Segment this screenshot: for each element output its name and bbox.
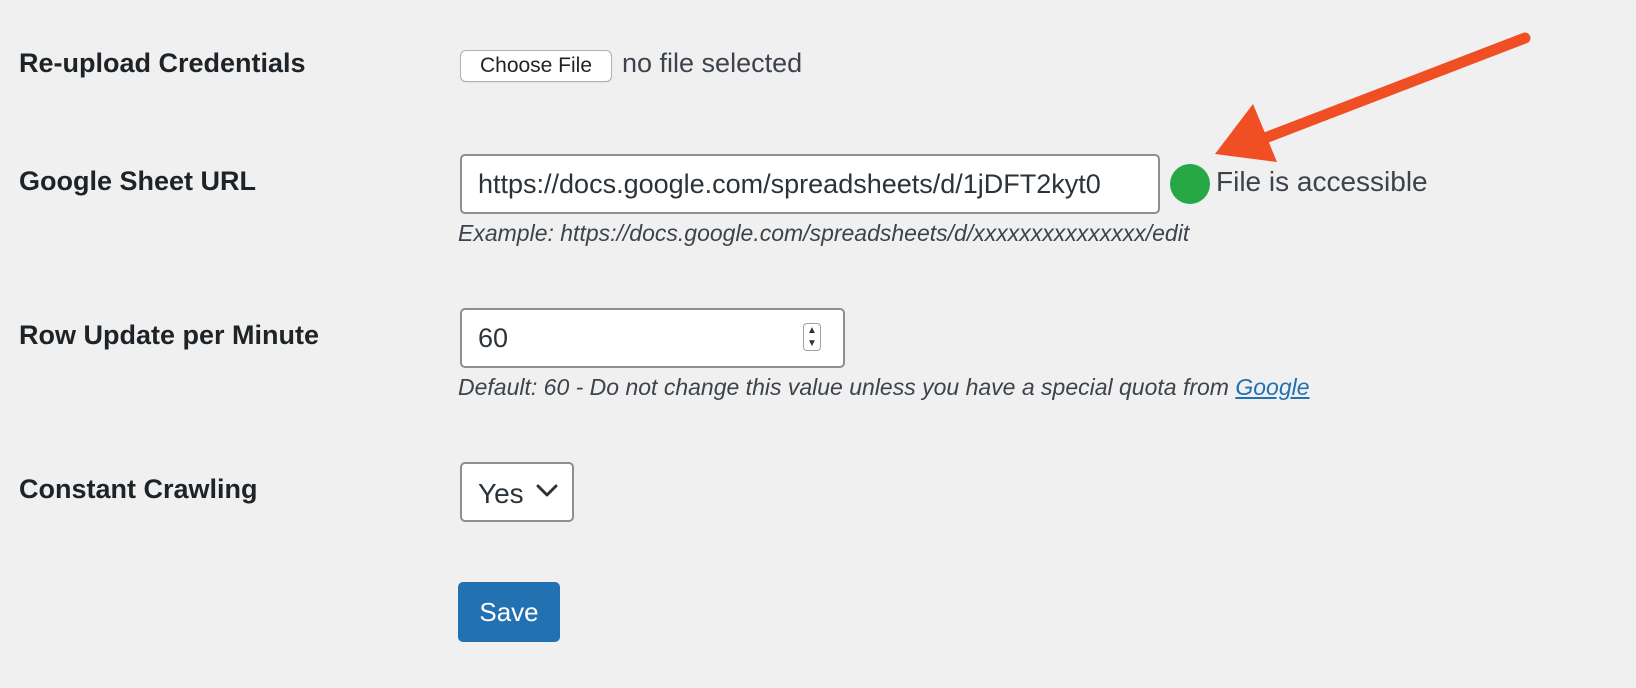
annotation-arrow-icon [1215, 32, 1531, 162]
save-button[interactable]: Save [458, 582, 560, 642]
status-text: File is accessible [1216, 166, 1428, 197]
row-update-field: ▲ ▼ [460, 308, 845, 368]
row-update-input[interactable] [462, 310, 814, 366]
row-update-hint: Default: 60 - Do not change this value u… [458, 374, 1310, 401]
sheet-url-input[interactable] [460, 154, 1160, 214]
file-status-text: no file selected [622, 48, 803, 78]
google-link[interactable]: Google [1235, 374, 1309, 400]
sheet-url-hint: Example: https://docs.google.com/spreads… [458, 220, 1190, 246]
chevron-down-icon [536, 484, 558, 497]
row-update-label: Row Update per Minute [19, 320, 320, 350]
settings-page: Re-upload Credentials Choose File no fil… [0, 0, 1636, 688]
stepper-down-icon[interactable]: ▼ [804, 337, 820, 350]
credentials-label: Re-upload Credentials [19, 48, 306, 78]
stepper-icon[interactable]: ▲ ▼ [803, 323, 821, 351]
stepper-up-icon[interactable]: ▲ [804, 324, 820, 337]
crawling-label: Constant Crawling [19, 474, 258, 504]
status-dot-icon [1170, 164, 1210, 204]
choose-file-button[interactable]: Choose File [460, 50, 612, 82]
crawling-select-value: Yes [478, 478, 524, 509]
row-update-hint-text: Default: 60 - Do not change this value u… [458, 374, 1236, 400]
crawling-select[interactable]: Yes [460, 462, 574, 522]
sheet-url-label: Google Sheet URL [19, 166, 257, 196]
